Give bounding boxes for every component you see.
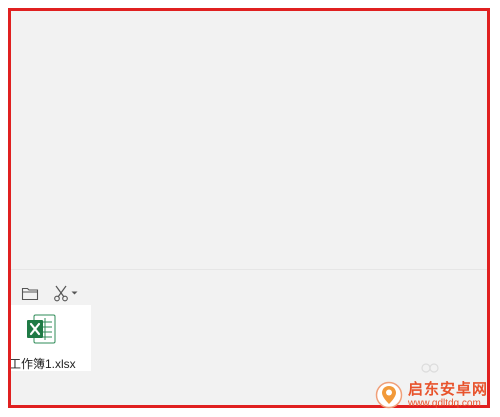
- chevron-down-icon[interactable]: [71, 290, 78, 296]
- send-file-button[interactable]: [21, 285, 39, 301]
- divider: [11, 269, 487, 270]
- watermark-url: www.qdltdq.com: [407, 397, 481, 409]
- input-toolbar: [21, 283, 78, 303]
- screenshot-button[interactable]: [53, 284, 78, 302]
- message-input-area[interactable]: [11, 11, 487, 269]
- attachment-card[interactable]: 工作簿1.xlsx: [11, 305, 91, 371]
- excel-file-icon: [27, 314, 56, 344]
- attachment-file-name: 工作簿1.xlsx: [9, 357, 76, 371]
- scissors-icon: [54, 285, 68, 302]
- site-watermark: 启东安卓网 www.qdltdq.com: [375, 381, 488, 409]
- folder-icon: [21, 287, 39, 301]
- decorative-mark: [421, 361, 439, 379]
- watermark-title: 启东安卓网: [407, 380, 488, 398]
- chat-input-panel: 工作簿1.xlsx: [8, 8, 490, 408]
- location-pin-logo-icon: [375, 381, 403, 409]
